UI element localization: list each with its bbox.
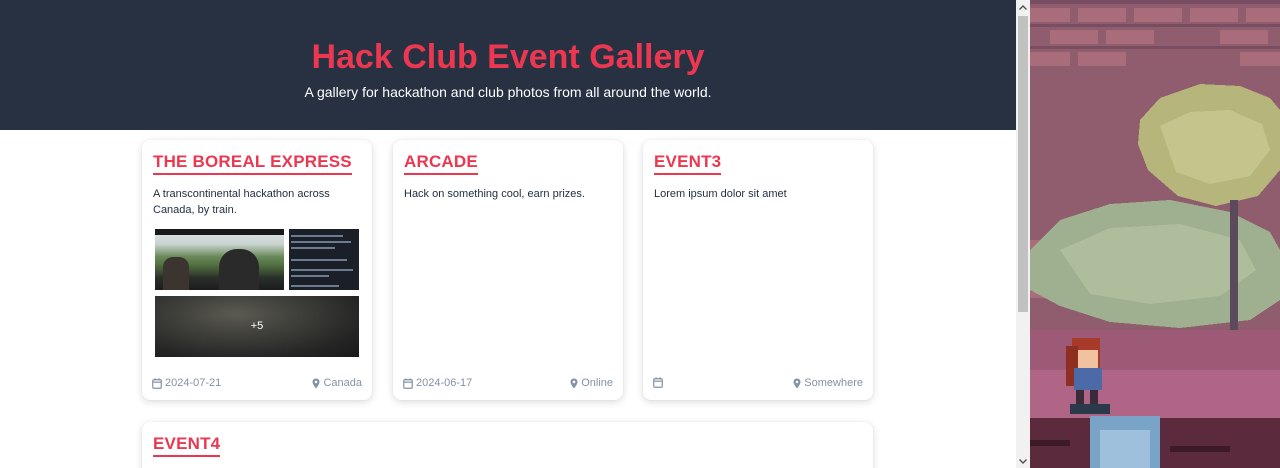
- event-date-text: 2024-06-17: [416, 377, 473, 389]
- calendar-icon: [403, 377, 413, 389]
- event-title[interactable]: THE BOREAL EXPRESS: [153, 152, 352, 175]
- event-location-text: Online: [581, 377, 613, 389]
- calendar-icon: [653, 377, 663, 388]
- calendar-icon: [152, 377, 162, 389]
- event-date: 2024-07-21: [152, 377, 221, 389]
- event-card-boreal-express[interactable]: THE BOREAL EXPRESS A transcontinental ha…: [142, 140, 372, 400]
- event-date: [653, 377, 666, 388]
- event-card-arcade[interactable]: ARCADE Hack on something cool, earn priz…: [393, 140, 623, 400]
- event-location: Canada: [312, 377, 362, 389]
- event-date: 2024-06-17: [403, 377, 472, 389]
- event-description: Lorem ipsum dolor sit amet: [654, 188, 787, 200]
- page-title: Hack Club Event Gallery: [311, 38, 705, 76]
- event-meta: 2024-07-21 Canada: [152, 377, 362, 391]
- event-meta: Somewhere: [653, 377, 863, 391]
- event-description: Hack on something cool, earn prizes.: [404, 188, 585, 200]
- page-subtitle: A gallery for hackathon and club photos …: [304, 84, 712, 100]
- event-location-text: Canada: [323, 377, 362, 389]
- map-pin-icon: [570, 378, 578, 389]
- event-title[interactable]: EVENT4: [153, 434, 221, 457]
- event-location: Somewhere: [793, 377, 863, 389]
- scroll-down-arrow-icon[interactable]: [1016, 454, 1030, 468]
- event-card-event3[interactable]: EVENT3 Lorem ipsum dolor sit amet Somewh…: [643, 140, 873, 400]
- scroll-up-arrow-icon[interactable]: [1016, 0, 1030, 14]
- pixel-art-background: [1030, 0, 1280, 468]
- event-photo[interactable]: [155, 229, 284, 290]
- more-photos-tile[interactable]: +5: [155, 296, 359, 357]
- event-title[interactable]: ARCADE: [404, 152, 478, 175]
- more-photos-count: +5: [250, 320, 264, 332]
- event-title[interactable]: EVENT3: [654, 152, 722, 175]
- event-location: Online: [570, 377, 613, 389]
- page-scrollbar[interactable]: [1016, 0, 1030, 468]
- map-pin-icon: [312, 378, 320, 389]
- event-description: A transcontinental hackathon across Cana…: [153, 188, 330, 216]
- event-location-text: Somewhere: [804, 377, 863, 389]
- event-photo[interactable]: [289, 229, 359, 290]
- event-date-text: 2024-07-21: [165, 377, 222, 389]
- gallery-page: Hack Club Event Gallery A gallery for ha…: [0, 0, 1016, 468]
- gallery-header: Hack Club Event Gallery A gallery for ha…: [0, 0, 1016, 130]
- scrollbar-thumb[interactable]: [1018, 16, 1028, 312]
- event-card-event4[interactable]: EVENT4: [142, 422, 873, 468]
- event-meta: 2024-06-17 Online: [403, 377, 613, 391]
- map-pin-icon: [793, 378, 801, 389]
